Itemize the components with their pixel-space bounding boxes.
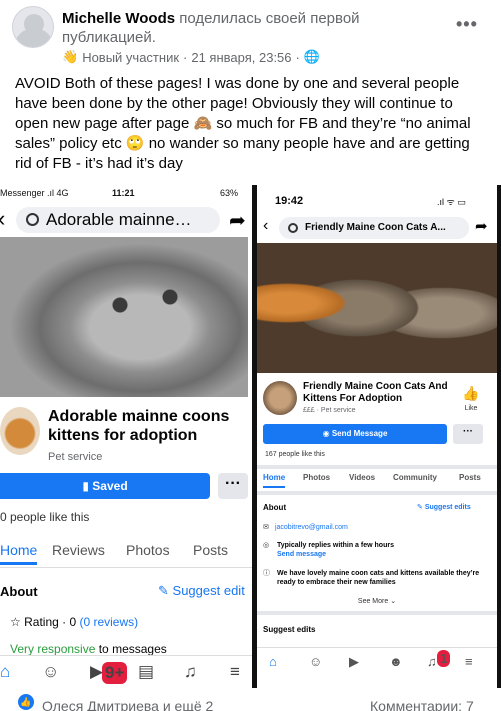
- tab-photos: Photos: [126, 542, 170, 558]
- rating-row: ☆ Rating · 0 (0 reviews): [10, 615, 139, 629]
- clock: 11:21: [112, 188, 135, 198]
- responsiveness-row: Very responsive to messages: [10, 642, 167, 656]
- info-icon: ⓘ: [263, 570, 270, 577]
- groups-icon: ☺: [42, 662, 60, 681]
- bookmark-icon: ▮: [82, 479, 89, 493]
- tab-posts: Posts: [459, 473, 481, 482]
- more-button: ···: [218, 473, 248, 499]
- page-title: Friendly Maine Coon Cats And Kittens For…: [303, 381, 448, 404]
- menu-icon: ≡: [465, 654, 473, 669]
- search-row: ‹ Friendly Maine Coon Cats A... ➦: [257, 215, 497, 241]
- share-icon: ➦: [475, 218, 488, 235]
- battery-label: 63%: [220, 188, 239, 198]
- tab-community: Community: [393, 473, 437, 482]
- post-text: AVOID Both of these pages! I was done by…: [15, 75, 471, 172]
- page-category: Pet service: [48, 451, 103, 463]
- back-arrow-icon: ‹: [263, 217, 269, 234]
- like-label: Like: [464, 405, 478, 412]
- page-tabs: Home Photos Videos Community Posts: [257, 473, 497, 491]
- messenger-icon: ◎: [263, 542, 270, 549]
- likes-count: 0 people like this: [0, 510, 90, 524]
- search-bar: Adorable mainne…: [16, 207, 220, 233]
- groups-icon: ☻: [389, 654, 403, 669]
- status-icons: .ıl ᯤ ▭: [437, 197, 466, 207]
- page-tabs: Home Reviews Photos Posts: [0, 542, 252, 568]
- tab-home: Home: [0, 542, 38, 565]
- thumbs-up-icon: 👍: [462, 385, 480, 401]
- search-bar: Friendly Maine Coon Cats A...: [279, 217, 469, 239]
- notification-badge: 1: [437, 650, 451, 667]
- page-title: Adorable mainne coons kittens for adopti…: [48, 408, 230, 444]
- post-image[interactable]: Messenger .ıl 4G 11:21 63% ‹ Adorable ma…: [0, 185, 501, 688]
- search-icon: [288, 223, 298, 233]
- tab-posts: Posts: [193, 542, 229, 558]
- pencil-icon: ✎: [417, 504, 423, 511]
- page-avatar: [0, 407, 40, 455]
- page-category: £££ · Pet service: [303, 407, 356, 414]
- right-screenshot: 19:42 .ıl ᯤ ▭ ‹ Friendly Maine Coon Cats…: [257, 185, 497, 688]
- tab-home: Home: [263, 473, 286, 488]
- author-avatar[interactable]: [12, 6, 54, 48]
- share-icon: ➦: [229, 210, 246, 232]
- search-text: Friendly Maine Coon Cats A...: [305, 222, 446, 233]
- reactions-summary[interactable]: Олеся Дмитриева и ещё 2: [42, 698, 213, 711]
- member-badge[interactable]: Новый участник: [82, 50, 179, 65]
- description-row: ⓘ We have lovely maine coon cats and kit…: [263, 570, 480, 586]
- globe-icon: 🌐: [303, 49, 321, 64]
- post-footer: 👍 Олеся Дмитриева и ещё 2 Комментарии: 7: [0, 688, 501, 711]
- author-name[interactable]: Michelle Woods: [62, 10, 175, 27]
- search-icon: [26, 213, 39, 226]
- saved-button: ▮ Saved: [0, 473, 210, 499]
- tab-videos: Videos: [349, 473, 376, 482]
- tab-photos: Photos: [303, 473, 331, 482]
- see-more-link: See More ⌄: [357, 598, 397, 605]
- back-arrow-icon: ‹: [0, 207, 5, 231]
- like-reaction-icon: 👍: [18, 694, 34, 710]
- kittens-photo: [257, 243, 497, 373]
- suggest-edits-heading: Suggest edits: [263, 625, 316, 634]
- bottom-nav: ⌂ ☺ ▶ ☻ ♫ 1 ≡: [257, 647, 497, 677]
- watch-icon: ▶: [349, 654, 359, 669]
- bell-icon: ♫: [427, 654, 437, 669]
- menu-icon: ≡: [230, 662, 240, 681]
- notification-badge: 9+: [102, 662, 128, 684]
- about-heading: About: [0, 584, 38, 599]
- bottom-nav: ⌂ ☺ ▶ 9+ ▤ ♫ ≡: [0, 655, 252, 688]
- home-icon: ⌂: [0, 662, 11, 681]
- page-avatar: [263, 381, 297, 415]
- feed-post: Michelle Woods поделилась своей первой п…: [0, 0, 501, 711]
- clock: 19:42: [275, 195, 304, 207]
- carrier-label: Messenger .ıl 4G: [0, 188, 69, 198]
- suggest-edits-link: ✎ Suggest edits: [417, 504, 471, 511]
- about-heading: About: [263, 503, 287, 512]
- send-message-button: ◉ Send Message: [263, 424, 447, 444]
- more-button: ···: [453, 424, 483, 444]
- comments-count[interactable]: Комментарии: 7: [370, 698, 474, 711]
- post-date[interactable]: 21 января, 23:56: [191, 50, 291, 65]
- wave-icon: 👋: [62, 49, 79, 64]
- star-icon: ☆: [10, 615, 21, 629]
- messenger-icon: ◉: [322, 429, 330, 438]
- more-options-icon[interactable]: •••: [456, 14, 478, 35]
- search-text: Adorable mainne…: [46, 210, 192, 229]
- search-row: ‹ Adorable mainne… ➦: [0, 205, 252, 235]
- divider: [257, 611, 497, 615]
- divider: [257, 465, 497, 469]
- left-screenshot: Messenger .ıl 4G 11:21 63% ‹ Adorable ma…: [0, 185, 252, 688]
- reply-row: ◎ Typically replies within a few hours S…: [263, 542, 394, 558]
- suggest-edit-link: ✎ Suggest edit: [158, 583, 245, 598]
- tab-reviews: Reviews: [52, 542, 105, 558]
- kitten-photo: [0, 237, 248, 397]
- pencil-icon: ✎: [158, 583, 169, 598]
- marketplace-icon: ▤: [138, 662, 155, 681]
- bell-icon: ♫: [184, 662, 197, 681]
- divider: [257, 491, 497, 495]
- friends-icon: ☺: [309, 654, 323, 669]
- mail-icon: ✉: [263, 524, 269, 531]
- post-meta: 👋 Новый участник · 21 января, 23:56 · 🌐: [62, 49, 321, 65]
- email-row: ✉ jacobitrevo@gmail.com: [263, 524, 348, 531]
- likes-count: 167 people like this: [265, 451, 325, 458]
- home-icon: ⌂: [269, 654, 277, 669]
- post-header: Michelle Woods поделилась своей первой п…: [62, 9, 442, 47]
